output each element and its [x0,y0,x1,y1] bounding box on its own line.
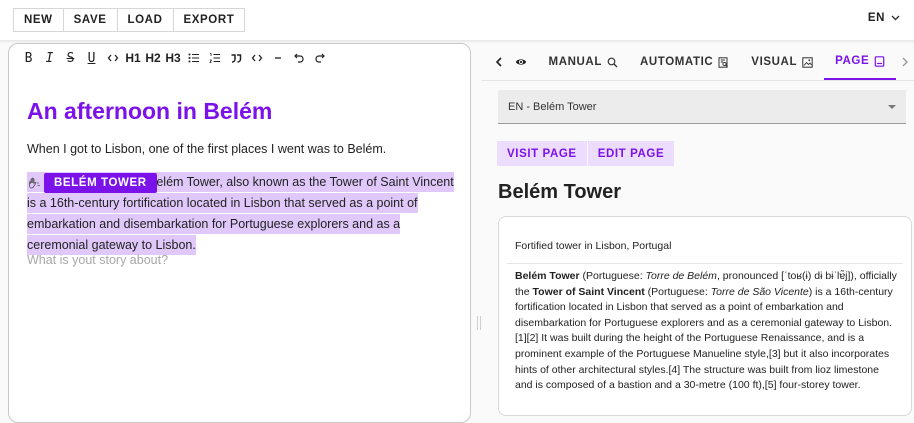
highlighted-text-rest: is a 16th-century fortification located … [27,196,418,252]
export-button[interactable]: EXPORT [173,8,246,32]
page-actions: VISIT PAGE EDIT PAGE [497,141,675,166]
strikethrough-button[interactable]: S [60,48,81,68]
document-title[interactable]: An afternoon in Belém [27,98,272,125]
search-icon [607,57,618,67]
italic-button[interactable]: I [39,48,60,68]
code-block-button[interactable] [246,48,267,68]
story-placeholder[interactable]: What is yout story about? [27,253,168,267]
chevron-left-icon [495,57,502,67]
extract-text: (Portuguese: [644,285,711,298]
card-divider [507,263,903,264]
redo-button[interactable] [309,48,330,68]
top-toolbar: NEW SAVE LOAD EXPORT EN [0,0,914,40]
page-select[interactable]: EN - Belém Tower [498,90,906,124]
tab-page[interactable]: PAGE [824,44,897,80]
page-description: Fortified tower in Lisbon, Portugal [515,240,672,252]
highlighted-text-lead: Belém Tower, also known as the Tower of … [148,175,454,189]
panel-resize-handle[interactable] [477,316,481,330]
quote-icon [231,54,241,63]
heading2-button[interactable]: H2 [143,48,163,68]
redo-icon [314,53,325,63]
numbered-list-icon [208,53,220,63]
page-select-value: EN - Belém Tower [508,100,597,113]
tab-visual-label: VISUAL [751,56,798,68]
horizontal-rule-icon [274,57,281,59]
format-toolbar: B I S U H1 H2 H3 [9,44,470,72]
story-paragraph[interactable]: When I got to Lisbon, one of the first p… [27,142,386,156]
edit-page-button[interactable]: EDIT PAGE [587,141,675,166]
bold-button[interactable]: B [18,48,39,68]
new-button[interactable]: NEW [13,8,64,32]
page-icon [874,55,885,67]
quote-button[interactable] [225,48,246,68]
chevron-down-icon [891,15,900,21]
entity-chip[interactable]: BELÉM TOWER [44,173,157,193]
language-label: EN [867,12,885,24]
drag-hand-icon[interactable] [28,177,41,190]
bullet-list-button[interactable] [183,48,204,68]
tabs-scroll-right-button[interactable] [896,44,914,80]
image-icon [802,56,813,68]
tab-manual-label: MANUAL [548,56,602,68]
panel-tabs: MANUAL AUTOMATIC VISUAL PAGE [482,44,914,80]
tab-page-label: PAGE [835,55,870,67]
inline-code-button[interactable] [102,48,123,68]
page-summary-card: Fortified tower in Lisbon, Portugal Belé… [498,216,912,416]
code-icon [107,54,118,62]
heading1-button[interactable]: H1 [123,48,143,68]
page-extract: Belém Tower (Portuguese: Torre de Belém,… [515,269,899,394]
editor-panel: B I S U H1 H2 H3 An afternoon in Belém W… [8,43,471,423]
extract-bold-name: Tower of Saint Vincent [532,285,645,298]
extract-italic-name: Torre de São Vicente [710,285,809,298]
page-title: Belém Tower [498,181,621,203]
chevron-right-icon [902,57,909,67]
bullet-list-icon [188,53,199,63]
extract-text: ) is a 16th-century fortification locate… [515,285,893,392]
tabs-underline [482,80,914,81]
horizontal-rule-button[interactable] [267,48,288,68]
undo-icon [293,53,304,63]
load-button[interactable]: LOAD [117,8,174,32]
tabs-scroll-left-button[interactable] [490,44,508,80]
caret-down-icon [888,105,896,109]
tab-manual[interactable]: MANUAL [538,44,629,80]
extract-bold-name: Belém Tower [515,270,580,282]
save-button[interactable]: SAVE [63,8,118,32]
extract-text: (Portuguese: [579,270,646,282]
language-selector[interactable]: EN [868,12,900,24]
code-block-icon [251,54,262,62]
underline-button[interactable]: U [81,48,102,68]
visit-page-button[interactable]: VISIT PAGE [497,141,587,166]
undo-button[interactable] [288,48,309,68]
tab-automatic[interactable]: AUTOMATIC [629,44,740,80]
numbered-list-button[interactable] [204,48,225,68]
heading3-button[interactable]: H3 [163,48,183,68]
eye-icon [515,59,526,65]
entity-panel: MANUAL AUTOMATIC VISUAL PAGE EN - Belém … [482,44,914,416]
tab-automatic-label: AUTOMATIC [639,56,714,68]
preview-toggle[interactable] [512,44,530,80]
extract-italic-name: Torre de Belém [645,270,717,282]
document-search-icon [718,56,729,68]
tab-visual[interactable]: VISUAL [740,44,824,80]
